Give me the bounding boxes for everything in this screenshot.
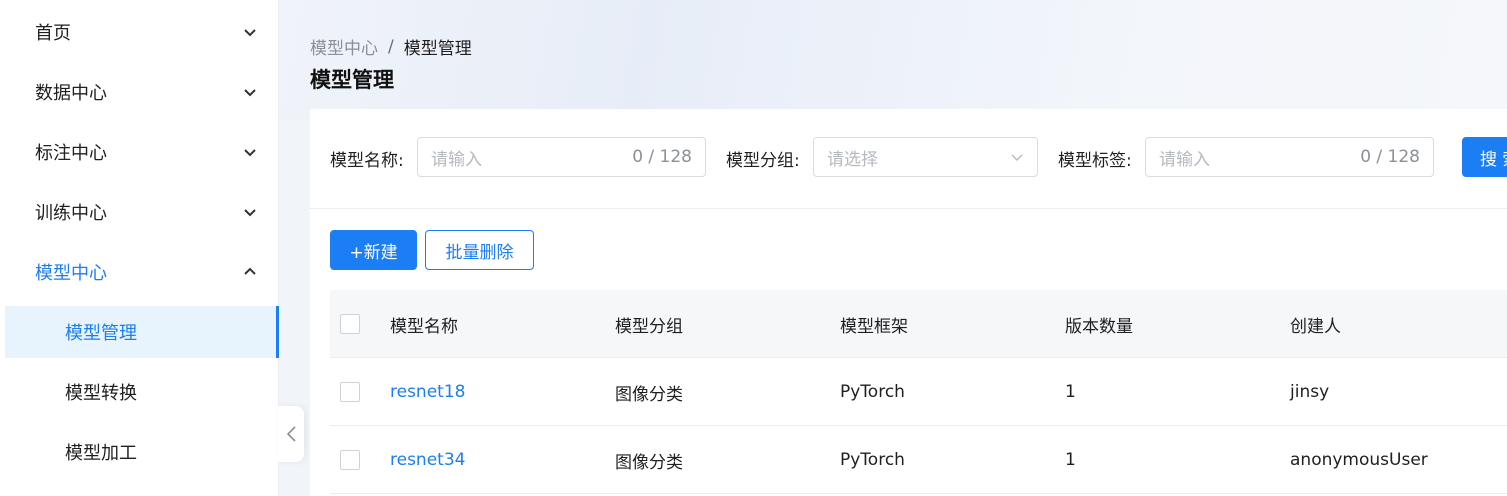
chevron-up-icon <box>244 267 256 275</box>
sidebar-item-label: 数据中心 <box>35 83 107 104</box>
model-framework-cell: PyTorch <box>840 450 905 470</box>
row-checkbox[interactable] <box>340 450 360 470</box>
sidebar-item-label: 标注中心 <box>35 143 107 164</box>
sidebar-item-data-center[interactable]: 数据中心 <box>5 66 279 118</box>
creator-cell: jinsy <box>1290 382 1330 402</box>
model-tag-placeholder: 请输入 <box>1159 149 1210 170</box>
model-group-select[interactable]: 请选择 <box>813 137 1038 177</box>
sidebar-item-training-center[interactable]: 训练中心 <box>5 186 279 238</box>
model-name-placeholder: 请输入 <box>431 149 482 170</box>
chevron-down-icon <box>1011 154 1023 161</box>
model-tag-label: 模型标签: <box>1058 151 1132 171</box>
model-name-input[interactable]: 请输入 0 / 128 <box>417 137 706 177</box>
sidebar-collapse-button[interactable] <box>278 406 304 462</box>
table-row: resnet18 图像分类 PyTorch 1 jinsy <box>330 358 1507 426</box>
header-background <box>279 0 1507 120</box>
creator-cell: anonymousUser <box>1290 450 1428 470</box>
chevron-left-icon <box>286 426 296 442</box>
search-button[interactable]: 搜 索 <box>1462 137 1507 177</box>
search-button-label: 搜 索 <box>1480 149 1507 170</box>
chevron-down-icon <box>244 29 256 37</box>
breadcrumb-current: 模型管理 <box>403 39 472 59</box>
create-button-label: +新建 <box>349 242 398 263</box>
sidebar-item-model-center[interactable]: 模型中心 <box>5 246 279 298</box>
sidebar-subitem-model-conversion[interactable]: 模型转换 <box>5 366 279 418</box>
sidebar: 首页 数据中心 标注中心 训练中心 模型中心 模型管理 模型转换 模型加工 <box>0 0 279 496</box>
sidebar-item-label: 首页 <box>35 23 71 44</box>
model-group-cell: 图像分类 <box>615 452 683 473</box>
chevron-down-icon <box>244 89 256 97</box>
version-count-cell: 1 <box>1065 382 1076 402</box>
select-all-checkbox[interactable] <box>340 314 360 334</box>
model-tag-counter: 0 / 128 <box>1360 147 1420 167</box>
breadcrumb-separator: / <box>388 36 394 57</box>
sidebar-item-label: 训练中心 <box>35 203 107 224</box>
model-group-placeholder: 请选择 <box>827 149 878 170</box>
table-header-row: 模型名称 模型分组 模型框架 版本数量 创建人 <box>330 290 1507 358</box>
row-checkbox[interactable] <box>340 382 360 402</box>
sidebar-item-annotation-center[interactable]: 标注中心 <box>5 126 279 178</box>
chevron-down-icon <box>244 149 256 157</box>
column-header-framework[interactable]: 模型框架 <box>840 290 908 358</box>
filter-bar: 模型名称: 请输入 0 / 128 模型分组: 请选择 模型标签: 请输入 0 … <box>310 109 1507 209</box>
model-table: 模型名称 模型分组 模型框架 版本数量 创建人 resnet18 图像分类 Py… <box>330 290 1507 494</box>
version-count-cell: 1 <box>1065 450 1076 470</box>
sidebar-subitem-model-management[interactable]: 模型管理 <box>5 306 279 358</box>
sidebar-subitem-model-processing[interactable]: 模型加工 <box>5 426 279 478</box>
model-name-link[interactable]: resnet18 <box>390 358 465 426</box>
chevron-down-icon <box>244 209 256 217</box>
content-panel: 模型名称: 请输入 0 / 128 模型分组: 请选择 模型标签: 请输入 0 … <box>310 109 1507 496</box>
model-tag-input[interactable]: 请输入 0 / 128 <box>1145 137 1434 177</box>
sidebar-item-home[interactable]: 首页 <box>5 6 279 58</box>
batch-delete-button-label: 批量删除 <box>445 242 514 263</box>
model-group-cell: 图像分类 <box>615 384 683 405</box>
breadcrumb-parent-link[interactable]: 模型中心 <box>310 34 378 59</box>
sidebar-subitem-label: 模型管理 <box>65 323 137 344</box>
column-header-version-count[interactable]: 版本数量 <box>1065 290 1133 358</box>
page-title: 模型管理 <box>310 68 394 92</box>
table-row: resnet34 图像分类 PyTorch 1 anonymousUser <box>330 426 1507 494</box>
create-button[interactable]: +新建 <box>330 230 417 270</box>
model-group-label: 模型分组: <box>726 151 800 171</box>
column-header-name[interactable]: 模型名称 <box>390 290 458 358</box>
app-root: 首页 数据中心 标注中心 训练中心 模型中心 模型管理 模型转换 模型加工 模型… <box>0 0 1507 496</box>
batch-delete-button[interactable]: 批量删除 <box>425 230 534 270</box>
sidebar-subitem-label: 模型加工 <box>65 443 137 464</box>
model-name-counter: 0 / 128 <box>632 147 692 167</box>
column-header-creator[interactable]: 创建人 <box>1290 290 1341 358</box>
model-framework-cell: PyTorch <box>840 382 905 402</box>
sidebar-subitem-label: 模型转换 <box>65 383 137 404</box>
model-name-label: 模型名称: <box>330 151 404 171</box>
breadcrumb: 模型中心 / 模型管理 <box>310 34 472 60</box>
sidebar-item-label: 模型中心 <box>35 263 107 284</box>
model-name-link[interactable]: resnet34 <box>390 426 465 494</box>
column-header-group[interactable]: 模型分组 <box>615 290 683 358</box>
